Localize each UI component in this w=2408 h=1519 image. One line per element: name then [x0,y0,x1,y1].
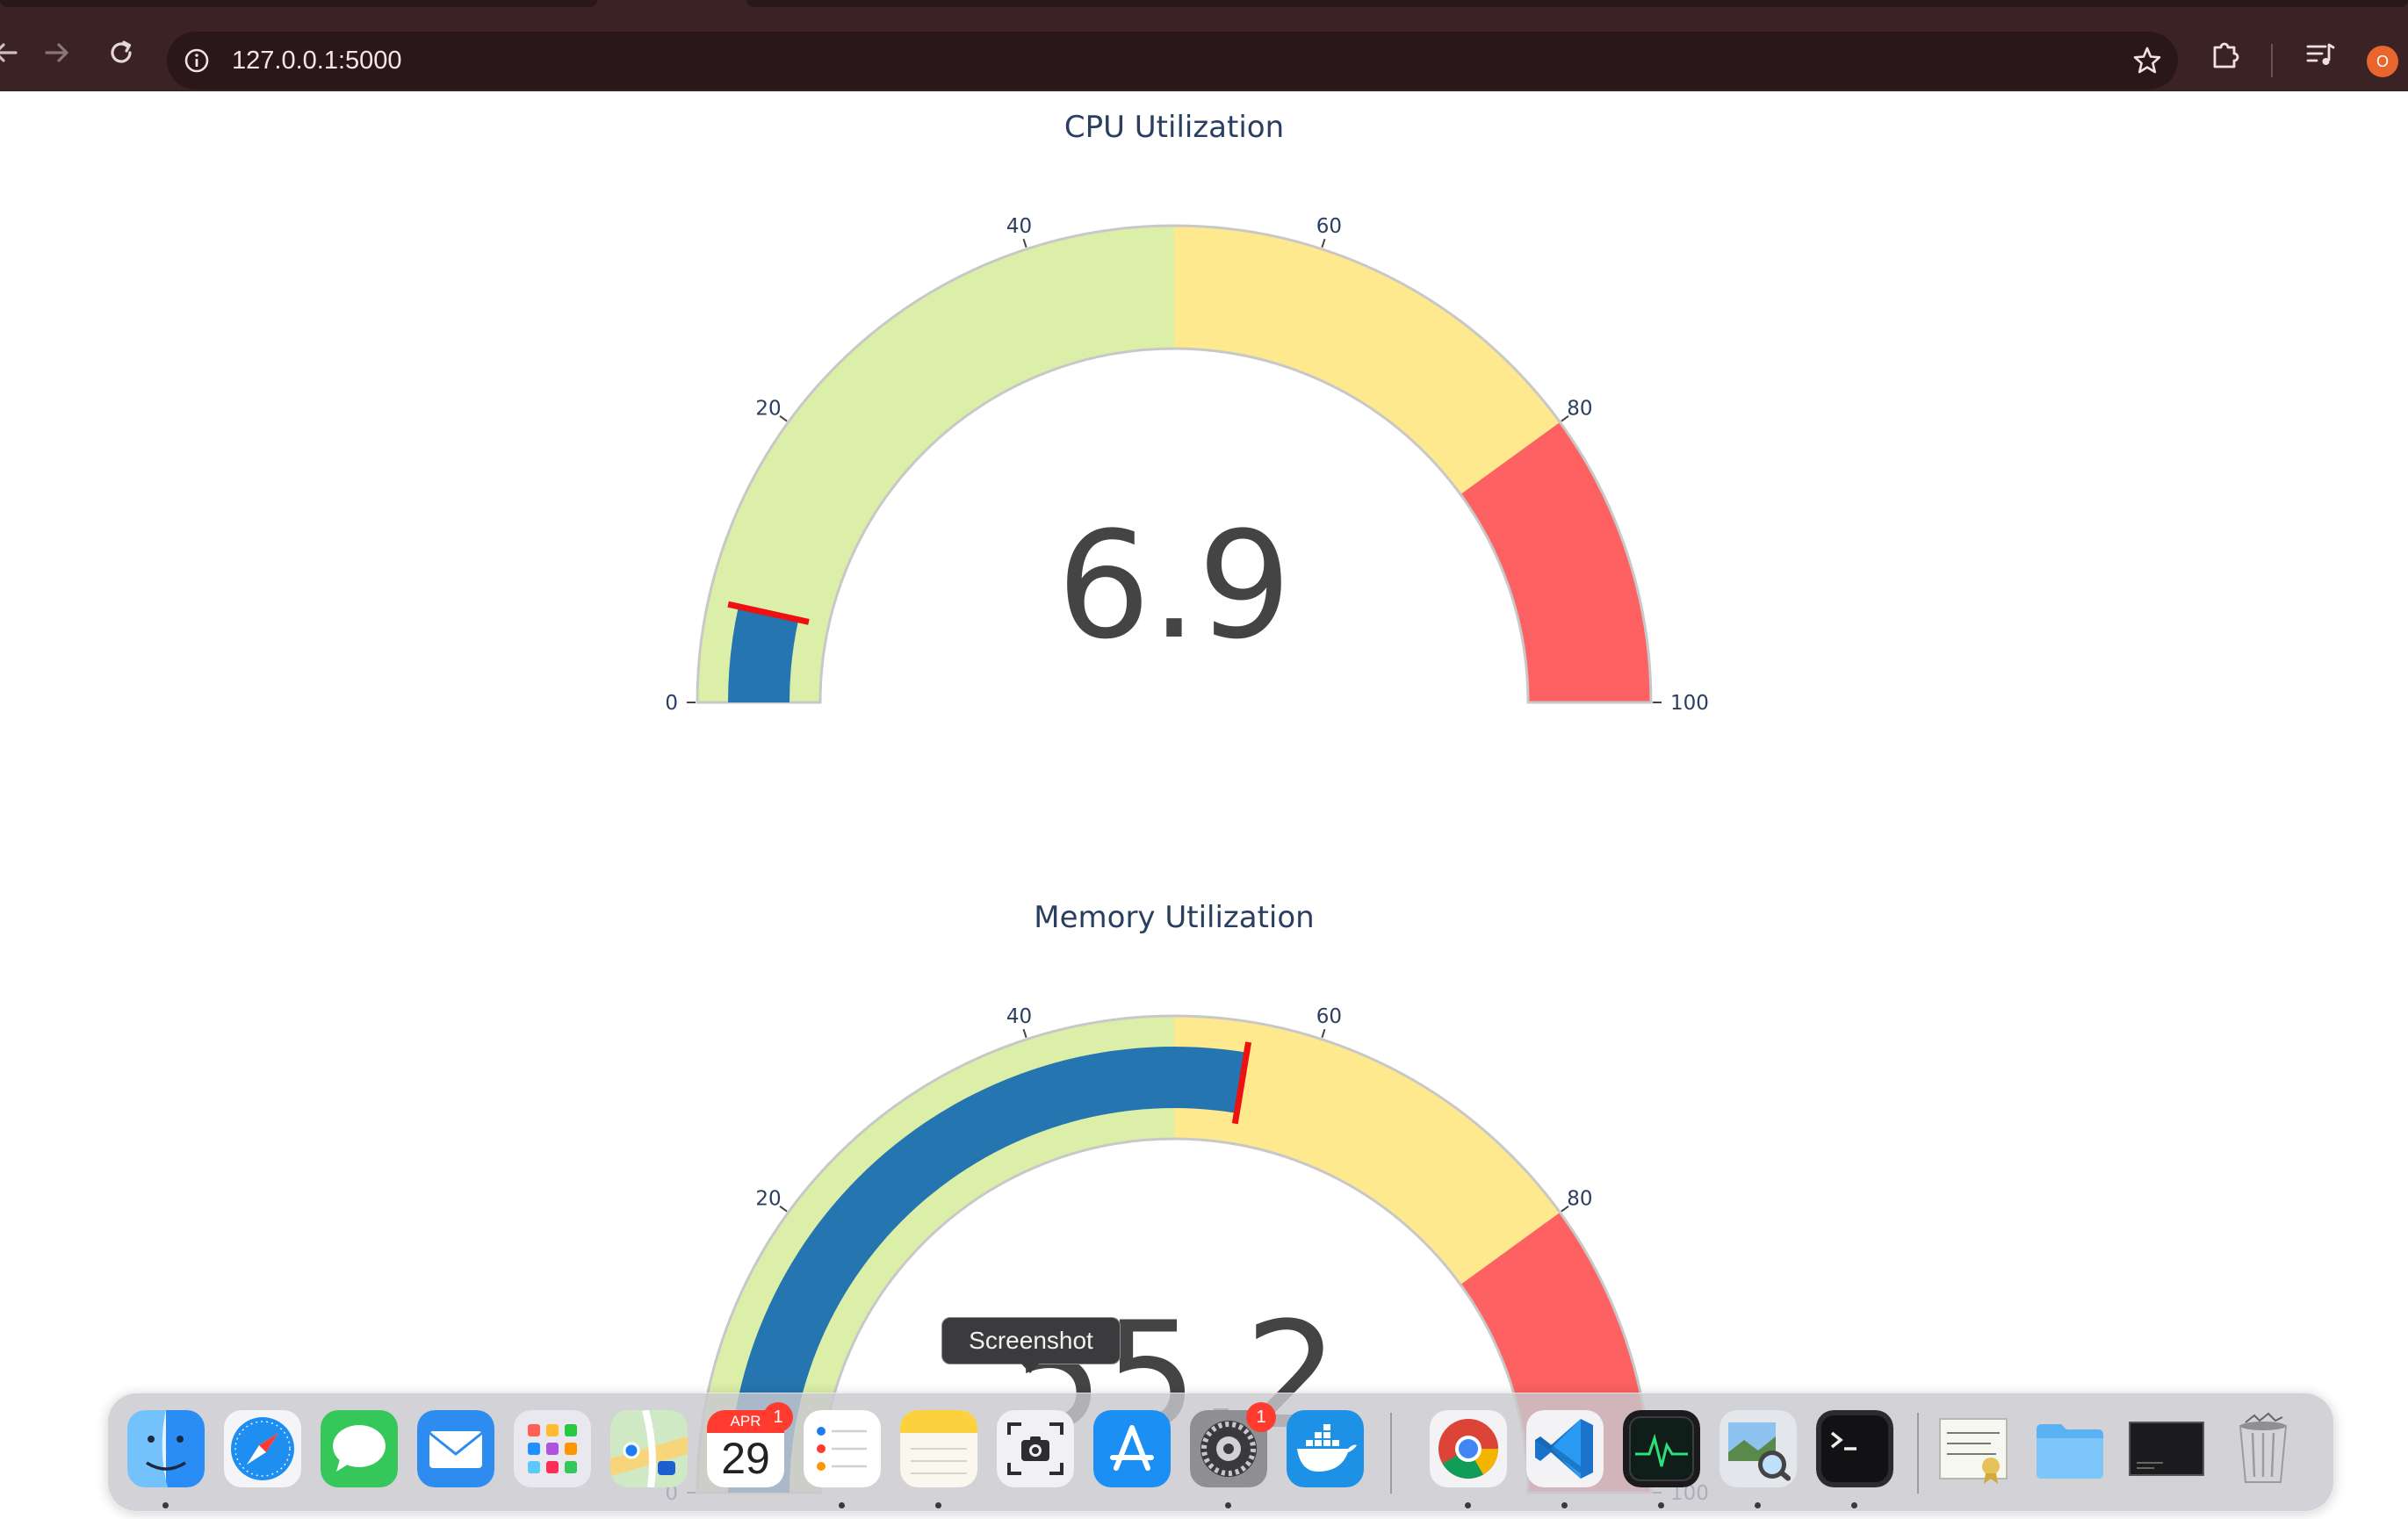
gauge-tick-label: 80 [1567,1187,1592,1210]
launchpad-icon[interactable] [514,1410,591,1487]
inactive-tab[interactable] [0,0,597,7]
gauge-tick-label: 60 [1316,1005,1342,1028]
running-indicator [1225,1502,1231,1508]
url-text[interactable]: 127.0.0.1:5000 [232,32,402,90]
running-indicator [935,1502,941,1508]
gauge-tick [1321,1028,1326,1038]
notes-icon[interactable] [900,1410,977,1487]
gauge-value-bar [728,606,799,702]
memory-gauge-title: Memory Utilization [1034,900,1315,935]
gauge-tick [1022,238,1027,248]
running-indicator [1465,1502,1471,1508]
dock-tooltip: Screenshot [941,1317,1121,1364]
running-indicator [1851,1502,1857,1508]
notification-badge: 1 [1246,1402,1276,1432]
profile-avatar[interactable]: O [2367,46,2398,77]
gauge-tick-label: 40 [1006,1005,1032,1028]
chrome-icon[interactable] [1430,1410,1507,1487]
gauge-tick-label: 0 [665,692,678,715]
gauge-tick-label: 20 [755,397,781,420]
dock-tooltip-arrow [1020,1363,1040,1373]
running-indicator [839,1502,845,1508]
site-info-icon[interactable] [183,47,211,75]
activity-monitor-icon[interactable] [1623,1410,1700,1487]
running-indicator [1658,1502,1664,1508]
gauge-tick-label: 60 [1316,215,1342,238]
gauge-tick-label: 40 [1006,215,1032,238]
terminal-icon[interactable] [1816,1410,1893,1487]
reminders-icon[interactable] [804,1410,881,1487]
running-indicator [1755,1502,1761,1508]
toolbar-divider [2271,44,2273,77]
extensions-icon[interactable] [2208,37,2243,72]
app-store-icon[interactable] [1093,1410,1171,1487]
gauge-tick [1321,238,1326,248]
docker-icon[interactable] [1287,1410,1364,1487]
screenshot-icon[interactable] [997,1410,1074,1487]
reload-icon[interactable] [104,35,139,70]
calendar-day: 29 [721,1434,770,1483]
notification-badge: 1 [763,1402,793,1432]
running-indicator [162,1502,169,1508]
trash-icon[interactable] [2224,1410,2302,1487]
inactive-tab[interactable] [746,0,2408,7]
folder-icon[interactable] [2031,1410,2109,1487]
gauge-value-number: 6.9 [1056,500,1291,672]
address-bar[interactable]: 127.0.0.1:5000 [167,32,2178,90]
gauge-tick [1022,1028,1027,1038]
running-indicator [1561,1502,1568,1508]
preview-icon[interactable] [1719,1410,1797,1487]
tab-strip [0,0,2408,12]
maps-icon[interactable] [610,1410,688,1487]
certificate-file-icon[interactable] [1935,1410,2012,1487]
forward-arrow-icon[interactable] [40,35,75,70]
finder-icon[interactable] [127,1410,205,1487]
cpu-gauge: 0 20 40 60 80 100 6.9 [665,215,1709,715]
back-arrow-icon[interactable] [0,35,23,70]
macos-dock: APR 29 1 1 [107,1393,2334,1512]
dock-separator [1390,1413,1392,1494]
bookmark-star-icon[interactable] [2130,44,2164,77]
media-queue-icon[interactable] [2303,37,2338,72]
vscode-icon[interactable] [1526,1410,1604,1487]
gauge-tick-label: 80 [1567,397,1592,420]
gauge-tick-label: 100 [1670,692,1709,715]
messages-icon[interactable] [321,1410,398,1487]
browser-toolbar: 127.0.0.1:5000 O [0,12,2408,91]
screen-recording-thumbnail-icon[interactable] [2128,1410,2205,1487]
gauge-tick-label: 20 [755,1187,781,1210]
safari-icon[interactable] [224,1410,301,1487]
mail-icon[interactable] [417,1410,494,1487]
dock-separator [1917,1413,1919,1494]
